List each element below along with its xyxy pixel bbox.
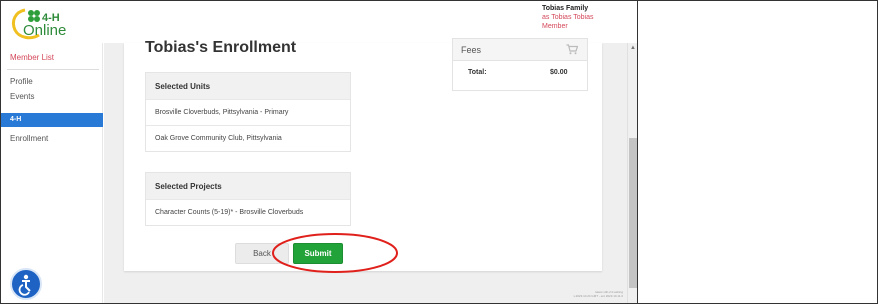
accessibility-icon: [18, 274, 31, 296]
selected-units-header: Selected Units: [146, 73, 350, 99]
version-footer: latest v4h-2.0.ashing v.2023.10.24 GMT -…: [559, 290, 623, 298]
clover-logo-icon[interactable]: 4-H Online: [9, 7, 103, 41]
fees-panel: Fees Total: $0.00: [452, 38, 588, 91]
svg-text:Online: Online: [23, 22, 66, 39]
accessibility-button[interactable]: [10, 268, 42, 300]
enrollment-card: Tobias's Enrollment Selected Units Brosv…: [124, 38, 602, 273]
user-family-name: Tobias Family: [542, 5, 589, 12]
fees-header: Fees: [453, 39, 587, 61]
scroll-up-arrow-icon[interactable]: ▲: [630, 45, 636, 51]
selected-units-table: Selected Units Brosville Cloverbuds, Pit…: [145, 72, 351, 152]
main-content: Tobias's Enrollment Selected Units Brosv…: [104, 38, 627, 303]
sidebar-divider: [7, 69, 99, 70]
app-header: 4-H Online Tobias Family as Tobias Tobia…: [1, 1, 661, 43]
fees-title: Fees: [461, 45, 482, 55]
red-circle-annotation: [272, 233, 398, 273]
vertical-scrollbar[interactable]: ▲: [627, 43, 637, 303]
selected-projects-header: Selected Projects: [146, 173, 350, 199]
sidebar-item-4h[interactable]: 4-H: [1, 113, 103, 127]
sidebar-item-enrollment[interactable]: Enrollment: [10, 134, 48, 143]
fees-total-label: Total:: [468, 69, 487, 76]
sidebar-item-events[interactable]: Events: [10, 92, 34, 101]
user-menu[interactable]: Tobias Family as Tobias Tobias Member: [542, 4, 661, 42]
cart-icon: [566, 44, 578, 55]
table-row: Oak Grove Community Club, Pittsylvania: [146, 125, 350, 151]
blank-area: [638, 1, 877, 303]
sidebar-member-list[interactable]: Member List: [10, 53, 54, 62]
user-role: Member: [542, 23, 568, 30]
selected-projects-table: Selected Projects Character Counts (5-19…: [145, 172, 351, 226]
build-line: v.2023.10.24 GMT - ent 2023.10.11.0: [573, 294, 623, 298]
page-title: Tobias's Enrollment: [145, 39, 297, 56]
sidebar-item-4h-label: 4-H: [10, 116, 22, 123]
scrollbar-thumb[interactable]: [629, 138, 637, 288]
table-row: Brosville Cloverbuds, Pittsylvania - Pri…: [146, 99, 350, 125]
table-row: Character Counts (5-19)* - Brosville Clo…: [146, 199, 350, 225]
user-as-line: as Tobias Tobias: [542, 14, 594, 21]
sidebar: Member List Profile Events 4-H Enrollmen…: [1, 43, 103, 303]
fees-total-value: $0.00: [550, 69, 568, 76]
sidebar-item-profile[interactable]: Profile: [10, 77, 33, 86]
